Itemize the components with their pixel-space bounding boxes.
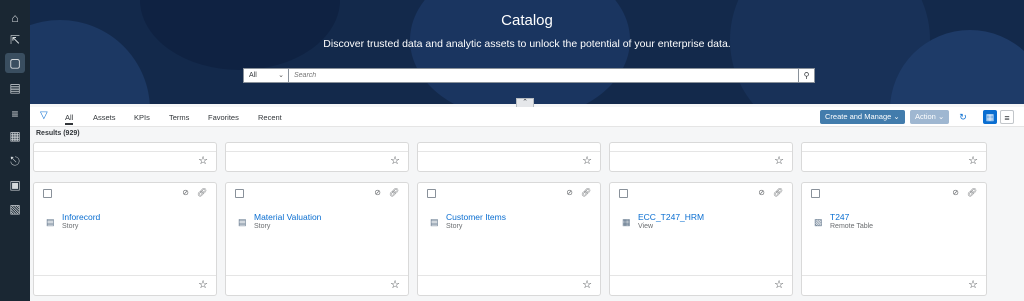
hide-icon[interactable]: ⊘	[566, 188, 573, 197]
favorite-star-icon[interactable]: ☆	[968, 279, 978, 291]
filter-icon[interactable]: ▽	[40, 110, 48, 121]
search-icon[interactable]: ⚲	[798, 68, 815, 83]
cursor-icon[interactable]: ⇱	[7, 32, 23, 48]
grid-view-icon[interactable]: ▦	[983, 110, 997, 124]
search-scope-value: All	[249, 72, 257, 79]
chevron-down-icon: ⌄	[937, 112, 945, 121]
favorite-star-icon[interactable]: ☆	[968, 155, 978, 167]
background-shape	[140, 0, 340, 70]
hide-icon[interactable]: ⊘	[374, 188, 381, 197]
search-scope-select[interactable]: All ⌄	[244, 69, 289, 82]
favorite-star-icon[interactable]: ☆	[774, 155, 784, 167]
refresh-icon[interactable]: ↻	[956, 110, 970, 124]
asset-type: Story	[62, 223, 79, 230]
card-footer: ☆	[610, 151, 792, 171]
page-title: Catalog	[501, 12, 553, 29]
favorite-star-icon[interactable]: ☆	[582, 279, 592, 291]
tab-recent[interactable]: Recent	[258, 113, 282, 122]
business-builder-icon[interactable]: ▦	[7, 128, 23, 144]
asset-card[interactable]: ☆	[417, 142, 601, 172]
asset-card[interactable]: ☆	[801, 142, 987, 172]
asset-card[interactable]: ⊘ 🔗︎ ▤ Customer Items Story ☆	[417, 182, 601, 296]
results-count: Results (929)	[36, 130, 80, 137]
tab-kpis[interactable]: KPIs	[134, 113, 150, 122]
asset-card[interactable]: ⊘ 🔗︎ ▤ Inforecord Story ☆	[33, 182, 217, 296]
story-icon: ▤	[46, 217, 55, 227]
asset-name-link[interactable]: Inforecord	[62, 212, 100, 222]
card-checkbox[interactable]	[811, 189, 820, 198]
asset-card[interactable]: ☆	[225, 142, 409, 172]
asset-type: View	[638, 223, 654, 230]
action-button[interactable]: Action ⌄	[910, 110, 950, 124]
asset-name-link[interactable]: Material Valuation	[254, 212, 321, 222]
data-builder-icon[interactable]: ▤	[7, 80, 23, 96]
data-access-icon[interactable]: ≡	[7, 106, 23, 122]
favorite-star-icon[interactable]: ☆	[774, 279, 784, 291]
asset-card[interactable]: ⊘ 🔗︎ ▧ T247 Remote Table ☆	[801, 182, 987, 296]
home-icon[interactable]: ⌂	[7, 10, 23, 26]
asset-type: Story	[254, 223, 271, 230]
story-icon: ▤	[238, 217, 247, 227]
asset-type: Story	[446, 223, 463, 230]
card-footer: ☆	[418, 151, 600, 171]
card-footer: ☆	[610, 275, 792, 295]
asset-name-link[interactable]: Customer Items	[446, 212, 506, 222]
search-input[interactable]	[294, 69, 794, 82]
catalog-hero-banner: Catalog Discover trusted data and analyt…	[30, 0, 1024, 104]
hide-icon[interactable]: ⊘	[182, 188, 189, 197]
favorite-star-icon[interactable]: ☆	[582, 155, 592, 167]
remote-table-icon: ▧	[814, 217, 823, 227]
asset-name-link[interactable]: ECC_T247_HRM	[638, 212, 704, 222]
create-and-manage-label: Create and Manage	[825, 112, 892, 121]
asset-type: Remote Table	[830, 223, 874, 230]
create-and-manage-button[interactable]: Create and Manage ⌄	[820, 110, 905, 124]
card-footer: ☆	[34, 151, 216, 171]
card-checkbox[interactable]	[235, 189, 244, 198]
card-checkbox[interactable]	[43, 189, 52, 198]
story-icon: ▤	[430, 217, 439, 227]
favorite-star-icon[interactable]: ☆	[198, 155, 208, 167]
tab-favorites[interactable]: Favorites	[208, 113, 239, 122]
link-icon[interactable]: 🔗︎	[581, 188, 591, 197]
chevron-down-icon: ⌄	[893, 112, 900, 121]
favorite-star-icon[interactable]: ☆	[198, 279, 208, 291]
favorite-star-icon[interactable]: ☆	[390, 279, 400, 291]
chevron-down-icon: ⌄	[278, 72, 284, 79]
tab-assets[interactable]: Assets	[93, 113, 116, 122]
asset-card[interactable]: ☆	[33, 142, 217, 172]
link-icon[interactable]: 🔗︎	[773, 188, 783, 197]
hide-icon[interactable]: ⊘	[952, 188, 959, 197]
monitor-icon[interactable]: ▣	[7, 177, 23, 193]
card-checkbox[interactable]	[427, 189, 436, 198]
hide-icon[interactable]: ⊘	[758, 188, 765, 197]
card-footer: ☆	[226, 151, 408, 171]
search-bar: All ⌄ ⚲	[243, 68, 815, 83]
action-label: Action	[915, 112, 936, 121]
card-footer: ☆	[418, 275, 600, 295]
card-footer: ☆	[34, 275, 216, 295]
background-shape	[30, 20, 150, 104]
asset-card[interactable]: ⊘ 🔗︎ ▦ ECC_T247_HRM View ☆	[609, 182, 793, 296]
catalog-icon[interactable]: ▢	[5, 53, 25, 73]
tab-all[interactable]: All	[65, 113, 74, 125]
sharing-icon[interactable]: ⎋	[7, 153, 23, 169]
analytic-model-icon[interactable]: ▧	[7, 201, 23, 217]
catalog-toolbar: ▽ All Assets KPIs Terms Favorites Recent…	[30, 107, 1024, 127]
list-view-icon[interactable]: ≡	[1000, 110, 1014, 124]
card-footer: ☆	[802, 151, 986, 171]
page-subtitle: Discover trusted data and analytic asset…	[323, 38, 731, 50]
asset-card[interactable]: ⊘ 🔗︎ ▤ Material Valuation Story ☆	[225, 182, 409, 296]
tab-terms[interactable]: Terms	[169, 113, 189, 122]
link-icon[interactable]: 🔗︎	[967, 188, 977, 197]
link-icon[interactable]: 🔗︎	[389, 188, 399, 197]
side-nav-rail: ⌂ ⇱ ▢ ▤ ≡ ▦ ⎋ ▣ ▧	[0, 0, 30, 301]
link-icon[interactable]: 🔗︎	[197, 188, 207, 197]
card-checkbox[interactable]	[619, 189, 628, 198]
view-icon: ▦	[622, 217, 631, 227]
card-footer: ☆	[802, 275, 986, 295]
asset-card[interactable]: ☆	[609, 142, 793, 172]
favorite-star-icon[interactable]: ☆	[390, 155, 400, 167]
card-footer: ☆	[226, 275, 408, 295]
asset-name-link[interactable]: T247	[830, 212, 849, 222]
